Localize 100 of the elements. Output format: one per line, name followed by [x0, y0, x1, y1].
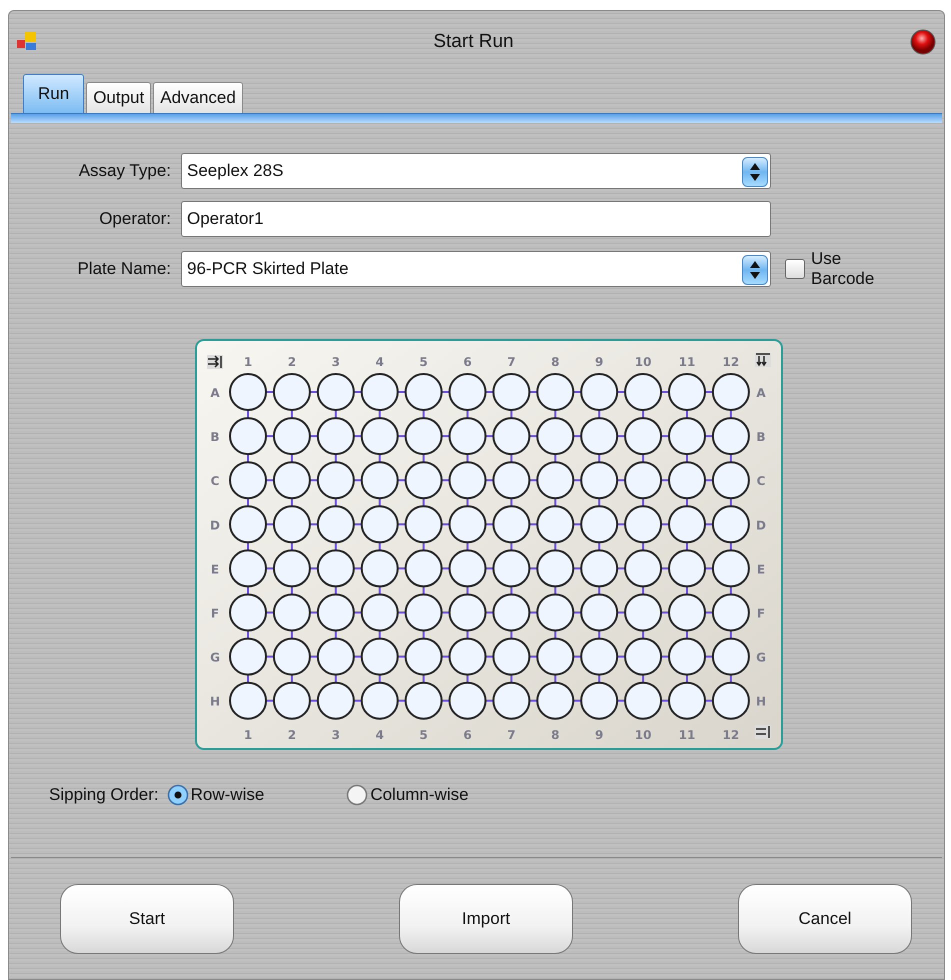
well[interactable] [404, 638, 443, 676]
well[interactable] [316, 505, 355, 544]
well[interactable] [668, 549, 706, 588]
well[interactable] [580, 373, 618, 411]
well[interactable] [580, 549, 618, 588]
tab[interactable]: Run [23, 74, 84, 113]
well[interactable] [624, 594, 662, 632]
well[interactable] [360, 461, 399, 500]
radio-button[interactable] [166, 784, 189, 806]
well[interactable] [360, 638, 399, 676]
well[interactable] [536, 373, 574, 411]
well[interactable] [668, 638, 706, 676]
well[interactable] [448, 638, 486, 676]
well[interactable] [272, 682, 311, 720]
well[interactable] [316, 549, 355, 588]
well[interactable] [448, 594, 486, 632]
radio-button[interactable] [346, 784, 368, 806]
well[interactable] [229, 549, 267, 588]
well[interactable] [448, 505, 486, 544]
well[interactable] [316, 638, 355, 676]
well[interactable] [360, 373, 399, 411]
action-button[interactable]: Import [399, 884, 573, 954]
well[interactable] [712, 373, 750, 411]
well[interactable] [492, 549, 530, 588]
input-field[interactable]: Operator1 [181, 201, 771, 237]
well[interactable] [448, 549, 486, 588]
close-icon[interactable] [910, 29, 936, 55]
well[interactable] [580, 417, 618, 456]
column-order-icon[interactable] [755, 353, 771, 367]
well[interactable] [536, 638, 574, 676]
well[interactable] [272, 549, 311, 588]
well[interactable] [712, 549, 750, 588]
well[interactable] [404, 682, 443, 720]
well[interactable] [229, 594, 267, 632]
radio-option[interactable]: Row-wise [166, 782, 264, 808]
well[interactable] [404, 594, 443, 632]
well[interactable] [272, 417, 311, 456]
well[interactable] [360, 417, 399, 456]
well[interactable] [404, 417, 443, 456]
well[interactable] [272, 594, 311, 632]
well[interactable] [448, 682, 486, 720]
well[interactable] [272, 373, 311, 411]
dropdown[interactable]: 96-PCR Skirted Plate [181, 251, 771, 287]
well[interactable] [712, 461, 750, 500]
well[interactable] [580, 638, 618, 676]
well[interactable] [492, 373, 530, 411]
well[interactable] [668, 682, 706, 720]
well[interactable] [668, 417, 706, 456]
tab[interactable]: Advanced [153, 82, 243, 113]
well[interactable] [536, 549, 574, 588]
spinner-icon[interactable] [742, 157, 768, 187]
well[interactable] [360, 594, 399, 632]
well[interactable] [668, 373, 706, 411]
well[interactable] [272, 638, 311, 676]
well[interactable] [712, 594, 750, 632]
well[interactable] [272, 505, 311, 544]
well[interactable] [624, 461, 662, 500]
well[interactable] [229, 373, 267, 411]
well[interactable] [448, 461, 486, 500]
well[interactable] [536, 461, 574, 500]
well[interactable] [668, 461, 706, 500]
well[interactable] [624, 505, 662, 544]
checkbox[interactable] [785, 259, 805, 279]
spinner-icon[interactable] [742, 255, 768, 285]
well[interactable] [272, 461, 311, 500]
well[interactable] [316, 461, 355, 500]
well[interactable] [360, 682, 399, 720]
well[interactable] [229, 417, 267, 456]
well[interactable] [492, 417, 530, 456]
well[interactable] [492, 461, 530, 500]
well[interactable] [624, 417, 662, 456]
well[interactable] [229, 505, 267, 544]
well[interactable] [712, 638, 750, 676]
dropdown[interactable]: Seeplex 28S [181, 153, 771, 189]
well[interactable] [229, 682, 267, 720]
well[interactable] [316, 594, 355, 632]
action-button[interactable]: Cancel [738, 884, 912, 954]
well[interactable] [580, 594, 618, 632]
checkbox-label[interactable]: Use Barcode [811, 249, 901, 289]
well[interactable] [316, 417, 355, 456]
tab[interactable]: Output [86, 82, 152, 113]
well[interactable] [492, 682, 530, 720]
action-button[interactable]: Start [60, 884, 234, 954]
well[interactable] [360, 505, 399, 544]
well[interactable] [492, 594, 530, 632]
well[interactable] [624, 549, 662, 588]
well[interactable] [624, 682, 662, 720]
well[interactable] [360, 549, 399, 588]
radio-option[interactable]: Column-wise [346, 782, 469, 808]
well[interactable] [624, 638, 662, 676]
well[interactable] [316, 682, 355, 720]
well[interactable] [580, 461, 618, 500]
well[interactable] [316, 373, 355, 411]
well[interactable] [448, 373, 486, 411]
well[interactable] [668, 594, 706, 632]
well[interactable] [404, 373, 443, 411]
well[interactable] [536, 594, 574, 632]
well[interactable] [580, 682, 618, 720]
well[interactable] [229, 461, 267, 500]
well[interactable] [536, 682, 574, 720]
